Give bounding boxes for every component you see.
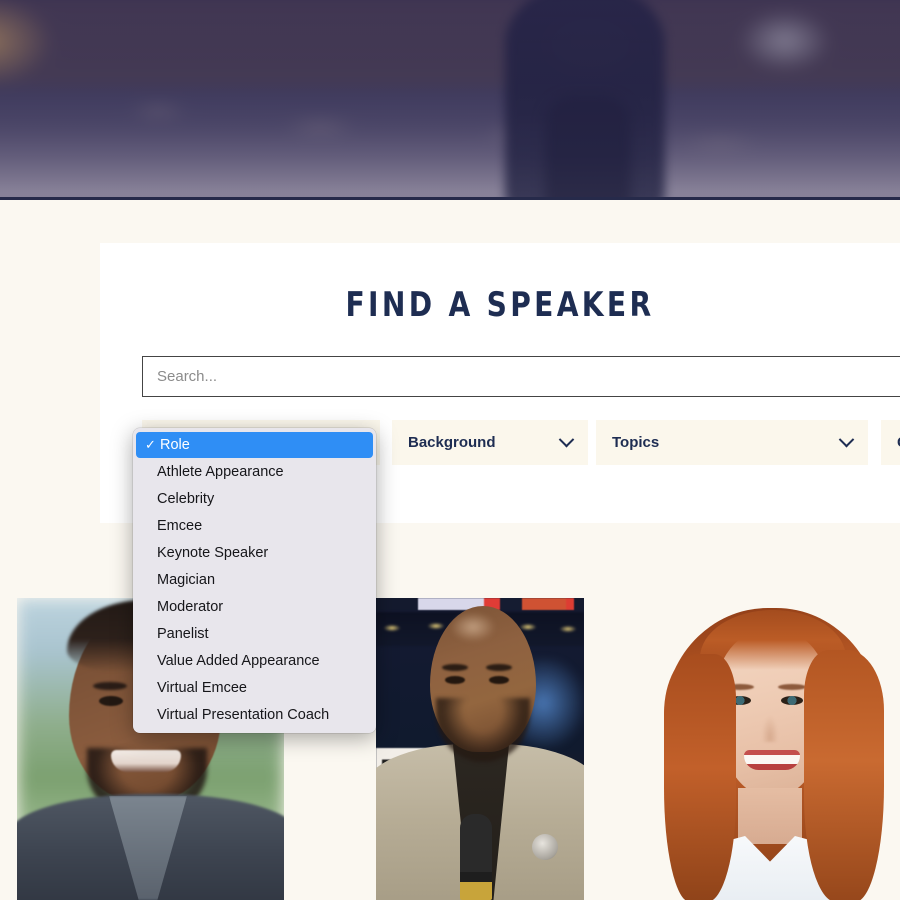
role-option[interactable]: Athlete Appearance bbox=[133, 458, 376, 485]
speaker-photo-head-highlight bbox=[450, 612, 496, 642]
role-option-label: Athlete Appearance bbox=[157, 463, 284, 480]
speaker-photo-neck bbox=[738, 788, 802, 844]
speaker-photo-brow-left bbox=[442, 664, 468, 671]
role-option-label: Moderator bbox=[157, 598, 224, 615]
role-select-dropdown[interactable]: ✓ Role Athlete Appearance Celebrity Emcee Key… bbox=[133, 428, 376, 733]
role-option[interactable]: Emcee bbox=[133, 512, 376, 539]
speaker-photo-eye-left bbox=[445, 676, 465, 684]
speaker-photo-hair-left bbox=[664, 654, 736, 900]
speaker-photo-nose bbox=[762, 716, 778, 742]
speaker-photo-hair-right bbox=[804, 650, 884, 900]
role-option[interactable]: Moderator bbox=[133, 593, 376, 620]
filter-topics-label: Topics bbox=[612, 434, 660, 451]
role-option-label: Role bbox=[160, 437, 190, 453]
filter-background-button[interactable]: Background bbox=[392, 420, 588, 465]
chevron-down-icon bbox=[838, 431, 855, 448]
speaker-card[interactable]: RISIN STAR bbox=[376, 598, 584, 900]
page-title: FIND A SPEAKER bbox=[345, 285, 655, 325]
hero-color-overlay bbox=[0, 0, 900, 200]
filter-category-button[interactable]: Category bbox=[881, 420, 900, 465]
role-option-label: Keynote Speaker bbox=[157, 544, 269, 561]
chevron-down-icon bbox=[558, 431, 575, 448]
role-option-label: Value Added Appearance bbox=[157, 652, 320, 669]
check-icon: ✓ bbox=[145, 437, 156, 452]
role-option[interactable]: Keynote Speaker bbox=[133, 539, 376, 566]
role-option[interactable]: Panelist bbox=[133, 620, 376, 647]
speaker-photo-smile bbox=[744, 750, 800, 770]
speaker-card[interactable] bbox=[640, 598, 900, 900]
role-option[interactable]: ✓ Role bbox=[136, 432, 373, 458]
speaker-photo-microphone bbox=[460, 814, 492, 900]
role-option[interactable]: Value Added Appearance bbox=[133, 647, 376, 674]
speaker-photo-brow-right bbox=[778, 684, 806, 690]
role-option-label: Panelist bbox=[157, 625, 209, 642]
role-option[interactable]: Celebrity bbox=[133, 485, 376, 512]
page-root: FIND A SPEAKER Role Background Topics Ca… bbox=[0, 0, 900, 900]
hero-bottom-edge bbox=[0, 197, 900, 200]
filter-topics-button[interactable]: Topics bbox=[596, 420, 868, 465]
speaker-photo-lapel-pin bbox=[532, 834, 558, 860]
speaker-photo-eye-right bbox=[781, 696, 803, 705]
role-option[interactable]: Virtual Presentation Coach bbox=[133, 701, 376, 728]
speaker-photo-eye-right bbox=[489, 676, 509, 684]
role-option-label: Magician bbox=[157, 571, 216, 588]
role-option[interactable]: Magician bbox=[133, 566, 376, 593]
speaker-photo-brow-right bbox=[486, 664, 512, 671]
role-option-label: Virtual Presentation Coach bbox=[157, 706, 330, 723]
filter-background-label: Background bbox=[408, 434, 496, 451]
role-option-label: Virtual Emcee bbox=[157, 679, 247, 696]
role-option[interactable]: Virtual Emcee bbox=[133, 674, 376, 701]
speaker-photo-eye-left bbox=[99, 696, 123, 706]
role-option-label: Emcee bbox=[157, 517, 203, 534]
search-input[interactable] bbox=[142, 356, 900, 397]
hero-banner bbox=[0, 0, 900, 200]
speaker-photo-brow-left bbox=[93, 682, 127, 690]
speaker-photo-smile bbox=[111, 750, 181, 772]
role-option-label: Celebrity bbox=[157, 490, 215, 507]
